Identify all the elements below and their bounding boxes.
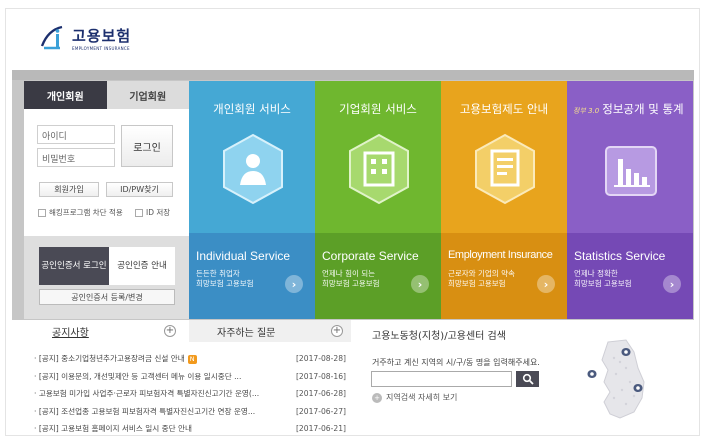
- tab-notice[interactable]: 공지사항 +: [28, 320, 181, 342]
- list-item[interactable]: · 고용보험 미가입 사업주·근로자 피보험자격 특별자진신고기간 운영(...…: [34, 385, 346, 403]
- notice-date: [2017-06-21]: [295, 424, 346, 434]
- region-search-input[interactable]: [371, 371, 512, 387]
- login-panel: 개인회원 기업회원 아이디 비밀번호 로그인 회원가입 ID/PW찾기 해킹프로…: [24, 81, 189, 319]
- tile-english-title: Individual Service: [196, 249, 291, 263]
- tile-description: 언제나 힘이 되는 희망보험 고용보험: [322, 269, 380, 288]
- logo-name: 고용보험: [72, 27, 132, 45]
- faq-tab-label: 자주하는 질문: [217, 327, 276, 339]
- notice-list: · [공지] 중소기업청년추가고용장려금 신설 안내 N [2017-08-28]…: [34, 350, 346, 438]
- tile-english-title: Statistics Service: [574, 249, 666, 263]
- plus-icon[interactable]: +: [331, 325, 343, 337]
- tile-title: 정부 3.0 정보공개 및 통계: [573, 102, 684, 116]
- search-button[interactable]: [516, 371, 539, 387]
- region-search-detail-link[interactable]: + 지역검색 자세히 보기: [372, 392, 457, 403]
- save-id-checkbox[interactable]: [135, 208, 143, 217]
- building-icon: [349, 133, 409, 205]
- detail-link-label: 지역검색 자세히 보기: [386, 393, 458, 402]
- arrow-right-icon[interactable]: ›: [285, 275, 303, 293]
- list-item[interactable]: · [공지] 중소기업청년추가고용장려금 신설 안내 N [2017-08-28]: [34, 350, 346, 368]
- logo-mark-icon: [38, 24, 68, 52]
- hacking-block-checkbox[interactable]: [38, 208, 46, 217]
- save-id-option[interactable]: ID 저장: [135, 207, 170, 218]
- tile-english-title: Employment Insurance: [448, 249, 553, 261]
- hacking-block-option[interactable]: 해킹프로그램 차단 적용: [38, 207, 123, 218]
- list-item[interactable]: · [공지] 이용문의, 개선및제안 등 고객센터 메뉴 이용 일시중단 ...…: [34, 368, 346, 386]
- tile-title: 고용보험제도 안내: [459, 102, 549, 116]
- find-id-pw-button[interactable]: ID/PW찾기: [106, 182, 173, 197]
- notice-date: [2017-08-28]: [295, 354, 346, 364]
- korea-map-icon: [587, 339, 645, 419]
- tile-corporate-service[interactable]: 기업회원 서비스 Corporate Service 언제나 힘이 되는 희망보험…: [315, 81, 441, 319]
- new-badge: N: [187, 354, 197, 364]
- gov30-badge: 정부 3.0: [573, 107, 600, 115]
- notice-date: [2017-08-16]: [295, 371, 346, 381]
- tile-description: 근로자와 기업의 약속 희망보험 고용보험: [448, 269, 515, 288]
- notice-date: [2017-06-27]: [295, 406, 346, 416]
- save-id-label: ID 저장: [146, 208, 171, 217]
- tile-description: 언제나 정확한 희망보험 고용보험: [574, 269, 632, 288]
- notice-date: [2017-06-28]: [295, 389, 346, 399]
- tile-title: 기업회원 서비스: [339, 102, 417, 116]
- band-top-strip: [12, 70, 694, 80]
- tile-title: 개인회원 서비스: [213, 102, 291, 116]
- tile-employment-insurance[interactable]: 고용보험제도 안내 Employment Insurance 근로자와 기업의 …: [441, 81, 567, 319]
- tab-corporate-member[interactable]: 기업회원: [106, 81, 189, 109]
- password-input[interactable]: 비밀번호: [37, 148, 115, 167]
- map-pin-icon: [587, 370, 597, 384]
- list-item[interactable]: · [공지] 조선업종 고용보험 피보험자격 특별자진신고기간 연장 운영...…: [34, 403, 346, 421]
- arrow-right-icon[interactable]: ›: [411, 275, 429, 293]
- search-icon: [522, 373, 534, 385]
- tile-statistics-service[interactable]: 정부 3.0 정보공개 및 통계 Statistics Service 언제나 정…: [567, 81, 693, 319]
- plus-icon[interactable]: +: [164, 325, 176, 337]
- tile-description: 든든한 취업자 희망보험 고용보험: [196, 269, 254, 288]
- cert-register-button[interactable]: 공인인증서 등록/변경: [39, 289, 175, 305]
- tab-faq[interactable]: 자주하는 질문 +: [189, 320, 351, 342]
- list-item[interactable]: · [공지] 고용보험 홈페이지 서비스 일시 중단 안내 [2017-06-2…: [34, 420, 346, 438]
- logo-subtitle: EMPLOYMENT INSURANCE: [72, 46, 130, 51]
- tab-personal-member[interactable]: 개인회원: [24, 81, 107, 109]
- site-logo[interactable]: 고용보험 EMPLOYMENT INSURANCE: [38, 24, 131, 52]
- arrow-right-icon[interactable]: ›: [663, 275, 681, 293]
- document-icon: [475, 133, 535, 205]
- office-search-description: 거주하고 계신 지역의 시/구/동 명을 입력해주세요.: [372, 358, 540, 367]
- notice-tab-label: 공지사항: [52, 327, 89, 339]
- signup-button[interactable]: 회원가입: [39, 182, 99, 197]
- cert-guide-button[interactable]: 공인인증 안내: [109, 247, 175, 285]
- bar-chart-icon: [605, 146, 657, 196]
- tile-english-title: Corporate Service: [322, 249, 419, 263]
- login-button[interactable]: 로그인: [121, 125, 173, 167]
- cert-login-button[interactable]: 공인인증서 로그인: [39, 247, 109, 285]
- hacking-block-label: 해킹프로그램 차단 적용: [49, 208, 123, 217]
- plus-circle-icon: +: [372, 392, 382, 403]
- person-icon: [223, 133, 283, 205]
- tile-individual-service[interactable]: 개인회원 서비스 Individual Service 든든한 취업자 희망보험 …: [189, 81, 315, 319]
- id-input[interactable]: 아이디: [37, 125, 115, 144]
- office-search-title: 고용노동청(지청)/고용센터 검색: [372, 331, 506, 342]
- arrow-right-icon[interactable]: ›: [537, 275, 555, 293]
